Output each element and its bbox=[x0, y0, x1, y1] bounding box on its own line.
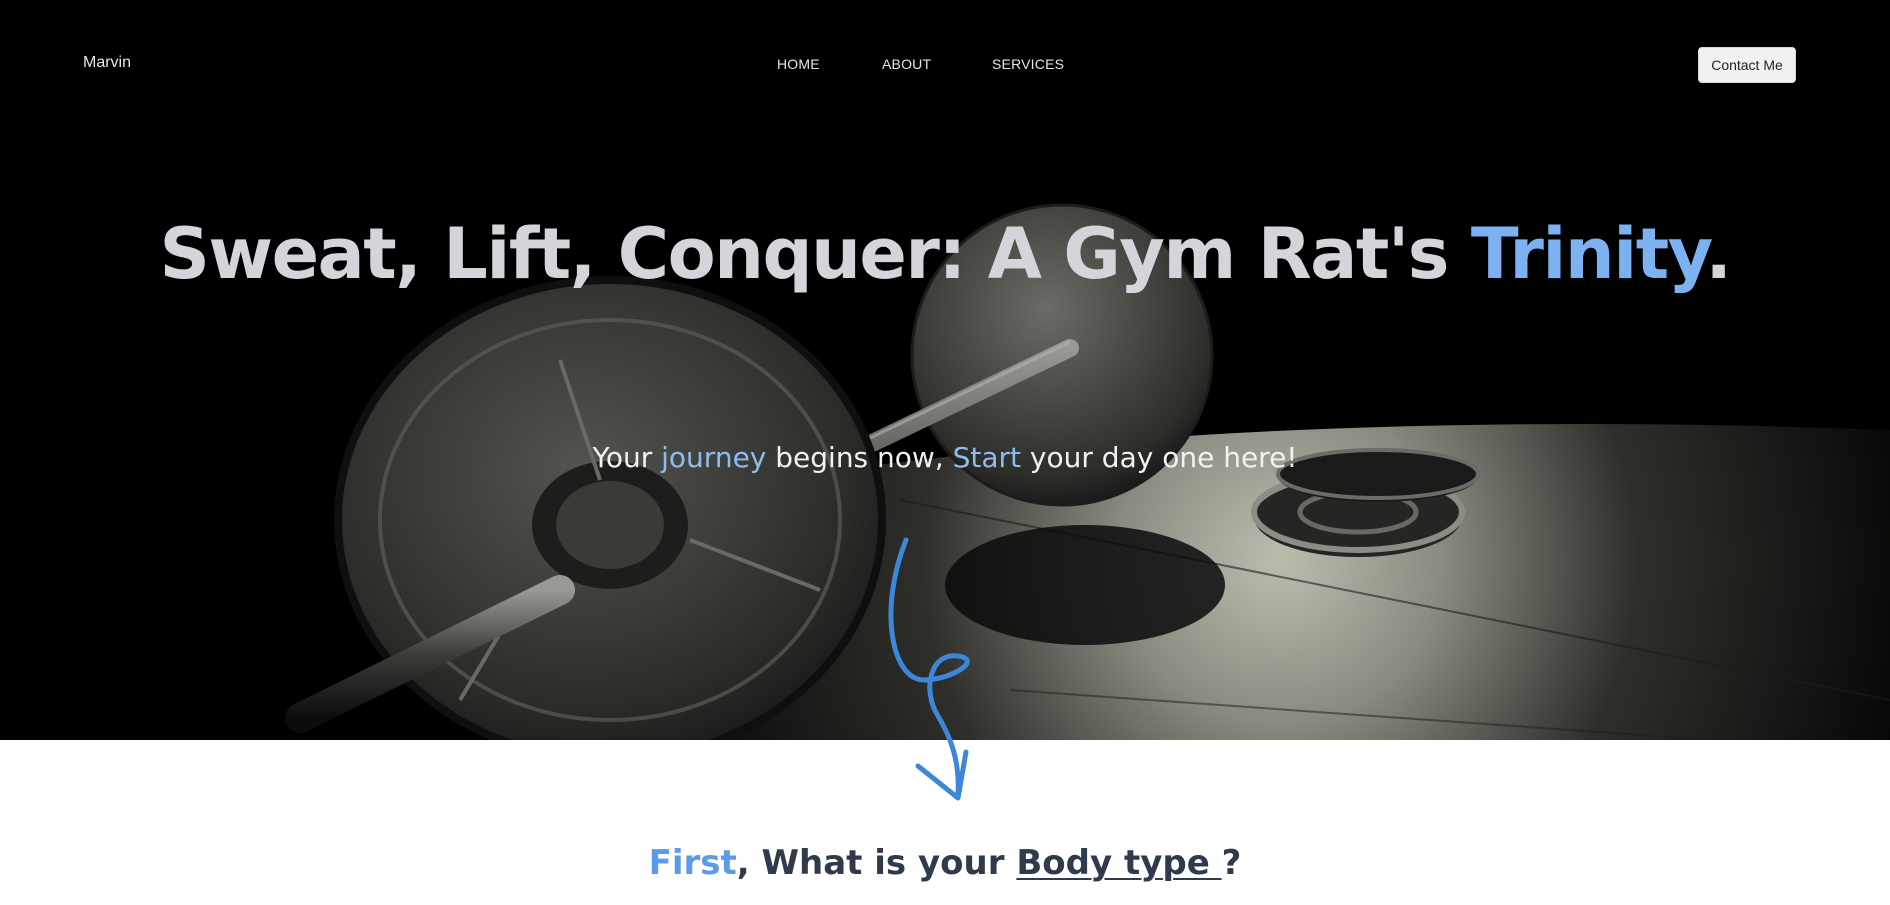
hero-headline: Sweat, Lift, Conquer: A Gym Rat's Trinit… bbox=[0, 212, 1890, 296]
nav-services-link[interactable]: SERVICES bbox=[992, 56, 1064, 72]
body-type-question: First, What is your Body type ? bbox=[0, 838, 1890, 888]
headline-text: Sweat, Lift, Conquer: A Gym Rat's bbox=[159, 213, 1471, 295]
question-accent-first: First bbox=[648, 843, 737, 883]
subline-accent-journey: journey bbox=[661, 441, 767, 474]
subline-text-3: your day one here! bbox=[1021, 441, 1298, 474]
nav-home-link[interactable]: HOME bbox=[777, 56, 820, 72]
main-nav: HOME ABOUT SERVICES bbox=[0, 56, 1890, 76]
nav-about-link[interactable]: ABOUT bbox=[882, 56, 931, 72]
curly-arrow-down-icon bbox=[888, 537, 970, 801]
question-text-1: , What is your bbox=[736, 843, 1017, 883]
contact-me-button[interactable]: Contact Me bbox=[1698, 47, 1796, 83]
subline-accent-start: Start bbox=[952, 441, 1022, 474]
hero-subline: Your journey begins now, Start your day … bbox=[0, 440, 1890, 476]
page: Marvin HOME ABOUT SERVICES Contact Me Sw… bbox=[0, 0, 1890, 905]
question-body-type-link[interactable]: Body type bbox=[1016, 843, 1221, 883]
headline-end: . bbox=[1705, 213, 1732, 295]
headline-accent: Trinity bbox=[1470, 213, 1707, 295]
subline-text-1: Your bbox=[592, 441, 662, 474]
subline-text-2: begins now, bbox=[766, 441, 953, 474]
question-end: ? bbox=[1221, 843, 1242, 883]
